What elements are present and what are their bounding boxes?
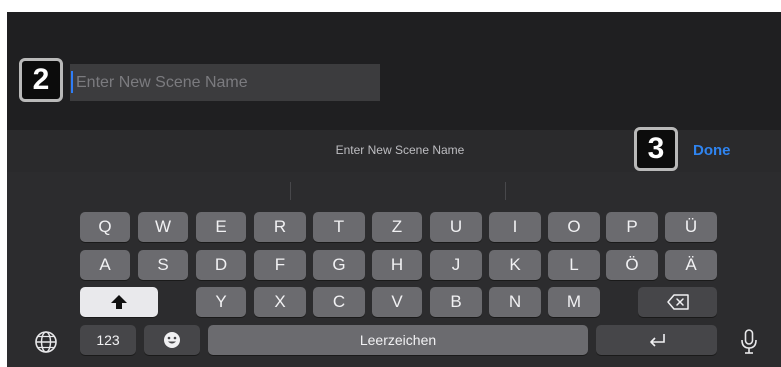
top-strip bbox=[0, 0, 781, 12]
scene-name-input[interactable] bbox=[70, 64, 380, 101]
microphone-icon bbox=[741, 329, 757, 354]
done-button[interactable]: Done bbox=[693, 142, 731, 159]
key-r[interactable]: R bbox=[254, 212, 306, 242]
backspace-icon bbox=[666, 294, 689, 310]
key-i[interactable]: I bbox=[489, 212, 541, 242]
key-z[interactable]: Z bbox=[372, 212, 422, 242]
emoji-icon bbox=[164, 332, 180, 348]
text-caret bbox=[71, 71, 73, 93]
suggestion-divider bbox=[290, 182, 291, 200]
key-j[interactable]: J bbox=[430, 250, 482, 280]
key-l[interactable]: L bbox=[548, 250, 600, 280]
key-b[interactable]: B bbox=[430, 287, 482, 317]
key-k[interactable]: K bbox=[489, 250, 541, 280]
key-p[interactable]: P bbox=[606, 212, 658, 242]
dictation-key[interactable] bbox=[735, 328, 763, 356]
space-key[interactable]: Leerzeichen bbox=[208, 325, 588, 355]
shift-icon bbox=[111, 295, 127, 309]
key-a-umlaut[interactable]: Ä bbox=[665, 250, 717, 280]
key-o-umlaut[interactable]: Ö bbox=[606, 250, 658, 280]
key-y[interactable]: Y bbox=[196, 287, 246, 317]
key-h[interactable]: H bbox=[372, 250, 422, 280]
return-icon bbox=[649, 334, 665, 347]
key-x[interactable]: X bbox=[254, 287, 306, 317]
key-v[interactable]: V bbox=[372, 287, 422, 317]
globe-key[interactable] bbox=[32, 328, 60, 356]
shift-key[interactable] bbox=[80, 287, 158, 317]
globe-icon bbox=[35, 331, 57, 353]
key-n[interactable]: N bbox=[489, 287, 541, 317]
key-f[interactable]: F bbox=[254, 250, 306, 280]
suggestion-divider bbox=[505, 182, 506, 200]
numbers-key[interactable]: 123 bbox=[80, 325, 136, 355]
key-c[interactable]: C bbox=[313, 287, 365, 317]
key-q[interactable]: Q bbox=[80, 212, 130, 242]
key-w[interactable]: W bbox=[138, 212, 188, 242]
key-u[interactable]: U bbox=[430, 212, 482, 242]
emoji-key[interactable] bbox=[144, 325, 200, 355]
key-t[interactable]: T bbox=[313, 212, 365, 242]
step-badge-input: 2 bbox=[19, 58, 63, 102]
accessory-title: Enter New Scene Name bbox=[335, 143, 465, 157]
key-u-umlaut[interactable]: Ü bbox=[665, 212, 717, 242]
key-o[interactable]: O bbox=[548, 212, 600, 242]
return-key[interactable] bbox=[596, 325, 717, 355]
key-m[interactable]: M bbox=[548, 287, 600, 317]
key-a[interactable]: A bbox=[80, 250, 130, 280]
key-d[interactable]: D bbox=[196, 250, 246, 280]
key-s[interactable]: S bbox=[138, 250, 188, 280]
backspace-key[interactable] bbox=[638, 287, 717, 317]
key-g[interactable]: G bbox=[313, 250, 365, 280]
key-e[interactable]: E bbox=[196, 212, 246, 242]
step-badge-done: 3 bbox=[634, 127, 678, 171]
